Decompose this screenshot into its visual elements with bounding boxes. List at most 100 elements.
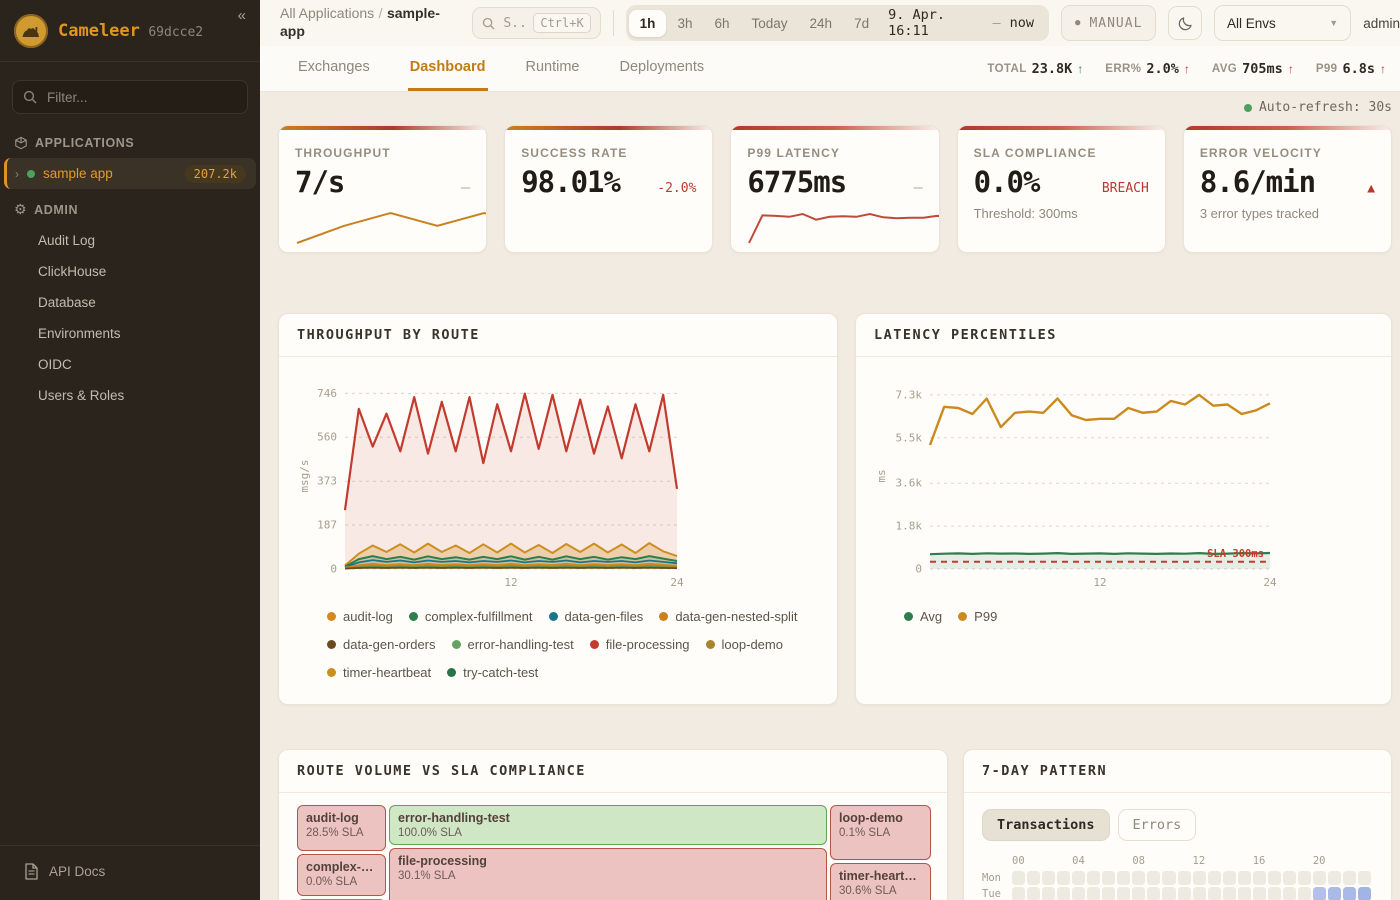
heatmap-cell[interactable] [1027, 887, 1040, 900]
time-range-24h[interactable]: 24h [799, 10, 844, 37]
heatmap-cell[interactable] [1042, 887, 1055, 900]
tab-runtime[interactable]: Runtime [524, 46, 582, 91]
heatmap-cell[interactable] [1238, 871, 1251, 885]
chevron-right-icon[interactable]: › [15, 167, 19, 181]
kpi-subtext: 3 error types tracked [1200, 206, 1375, 221]
sidebar-filter[interactable] [12, 80, 248, 114]
sidebar-item-users-roles[interactable]: Users & Roles [0, 380, 260, 411]
legend-item-data-gen-orders[interactable]: data-gen-orders [327, 637, 436, 652]
heatmap-cell[interactable] [1343, 887, 1356, 900]
heatmap-cell[interactable] [1358, 871, 1371, 885]
time-range-7d[interactable]: 7d [843, 10, 880, 37]
heatmap-cell[interactable] [1147, 871, 1160, 885]
heatmap-cell[interactable] [1012, 887, 1025, 900]
stat-err: ERR%2.0%↑ [1105, 61, 1190, 77]
treemap-cell-error-handling-test[interactable]: error-handling-test100.0% SLA [389, 805, 827, 845]
legend-item-error-handling-test[interactable]: error-handling-test [452, 637, 574, 652]
heatmap-cell[interactable] [1178, 887, 1191, 900]
heatmap-cell[interactable] [1358, 887, 1371, 900]
heatmap-cell[interactable] [1102, 887, 1115, 900]
legend-item-data-gen-nested-split[interactable]: data-gen-nested-split [659, 609, 797, 624]
sidebar-item-api-docs[interactable]: API Docs [0, 845, 260, 900]
heatmap-cell[interactable] [1283, 871, 1296, 885]
heatmap-cell[interactable] [1072, 871, 1085, 885]
heatmap-cell[interactable] [1208, 871, 1221, 885]
heatmap-cell[interactable] [1117, 871, 1130, 885]
legend-item-audit-log[interactable]: audit-log [327, 609, 393, 624]
heatmap-cell[interactable] [1208, 887, 1221, 900]
heatmap-toggle-transactions[interactable]: Transactions [982, 809, 1110, 841]
theme-toggle-button[interactable] [1168, 6, 1202, 40]
sidebar-collapse-button[interactable]: « [232, 6, 252, 25]
time-range-6h[interactable]: 6h [703, 10, 740, 37]
global-search[interactable]: Ctrl+K [472, 7, 600, 39]
heatmap-cell[interactable] [1087, 871, 1100, 885]
heatmap-cell[interactable] [1072, 887, 1085, 900]
breadcrumb-all-applications[interactable]: All Applications [280, 5, 374, 21]
heatmap-cell[interactable] [1027, 871, 1040, 885]
heatmap-cell[interactable] [1193, 887, 1206, 900]
heatmap-cell[interactable] [1132, 887, 1145, 900]
heatmap-cell[interactable] [1178, 871, 1191, 885]
heatmap-cell[interactable] [1328, 871, 1341, 885]
heatmap-cell[interactable] [1223, 887, 1236, 900]
heatmap-cell[interactable] [1132, 871, 1145, 885]
heatmap-cell[interactable] [1298, 887, 1311, 900]
heatmap-cell[interactable] [1193, 871, 1206, 885]
heatmap-toggle-errors[interactable]: Errors [1118, 809, 1197, 841]
heatmap-cell[interactable] [1087, 887, 1100, 900]
brand-block: Cameleer 69dcce2 [58, 21, 203, 41]
treemap-cell-file-processing[interactable]: file-processing30.1% SLA [389, 848, 827, 900]
treemap-cell-loop-demo[interactable]: loop-demo0.1% SLA [830, 805, 931, 860]
time-range-1h[interactable]: 1h [629, 10, 667, 37]
legend-item-data-gen-files[interactable]: data-gen-files [549, 609, 644, 624]
legend-item-try-catch-test[interactable]: try-catch-test [447, 665, 538, 680]
heatmap-cell[interactable] [1253, 871, 1266, 885]
heatmap-cell[interactable] [1238, 887, 1251, 900]
time-range-3h[interactable]: 3h [666, 10, 703, 37]
treemap-cell-audit-log[interactable]: audit-log28.5% SLA [297, 805, 386, 851]
time-range-custom[interactable]: 9. Apr. 16:11 – now [880, 7, 1046, 39]
heatmap-cell[interactable] [1268, 871, 1281, 885]
legend-item-timer-heartbeat[interactable]: timer-heartbeat [327, 665, 431, 680]
heatmap-cell[interactable] [1328, 887, 1341, 900]
sidebar-filter-input[interactable] [45, 89, 237, 106]
tab-deployments[interactable]: Deployments [618, 46, 707, 91]
heatmap-cell[interactable] [1268, 887, 1281, 900]
heatmap-cell[interactable] [1147, 887, 1160, 900]
heatmap-cell[interactable] [1012, 871, 1025, 885]
time-range-today[interactable]: Today [741, 10, 799, 37]
sidebar-item-sample-app[interactable]: › sample app 207.2k [4, 158, 256, 189]
heatmap-cell[interactable] [1298, 871, 1311, 885]
heatmap-cell[interactable] [1162, 871, 1175, 885]
manual-refresh-button[interactable]: ● MANUAL [1061, 5, 1156, 41]
legend-item-loop-demo[interactable]: loop-demo [706, 637, 783, 652]
heatmap-cell[interactable] [1313, 887, 1326, 900]
treemap-cell-complex-fulfillment[interactable]: complex-fulfillment0.0% SLA [297, 854, 386, 896]
sidebar-item-oidc[interactable]: OIDC [0, 349, 260, 380]
treemap-cell-timer-heartbeat[interactable]: timer-heartbeat30.6% SLA [830, 863, 931, 900]
heatmap-cell[interactable] [1042, 871, 1055, 885]
heatmap-cell[interactable] [1162, 887, 1175, 900]
heatmap-cell[interactable] [1343, 871, 1356, 885]
legend-item-avg[interactable]: Avg [904, 609, 942, 624]
tab-exchanges[interactable]: Exchanges [296, 46, 372, 91]
sidebar-item-environments[interactable]: Environments [0, 318, 260, 349]
env-select[interactable]: All Envs ▼ [1214, 5, 1351, 41]
heatmap-cell[interactable] [1117, 887, 1130, 900]
sidebar-item-clickhouse[interactable]: ClickHouse [0, 256, 260, 287]
tab-dashboard[interactable]: Dashboard [408, 46, 488, 91]
legend-item-file-processing[interactable]: file-processing [590, 637, 690, 652]
global-search-input[interactable] [501, 15, 527, 32]
heatmap-cell[interactable] [1223, 871, 1236, 885]
legend-item-complex-fulfillment[interactable]: complex-fulfillment [409, 609, 533, 624]
heatmap-cell[interactable] [1253, 887, 1266, 900]
legend-item-p99[interactable]: P99 [958, 609, 997, 624]
heatmap-cell[interactable] [1313, 871, 1326, 885]
heatmap-cell[interactable] [1057, 887, 1070, 900]
heatmap-cell[interactable] [1057, 871, 1070, 885]
heatmap-cell[interactable] [1283, 887, 1296, 900]
sidebar-item-audit-log[interactable]: Audit Log [0, 225, 260, 256]
heatmap-cell[interactable] [1102, 871, 1115, 885]
sidebar-item-database[interactable]: Database [0, 287, 260, 318]
